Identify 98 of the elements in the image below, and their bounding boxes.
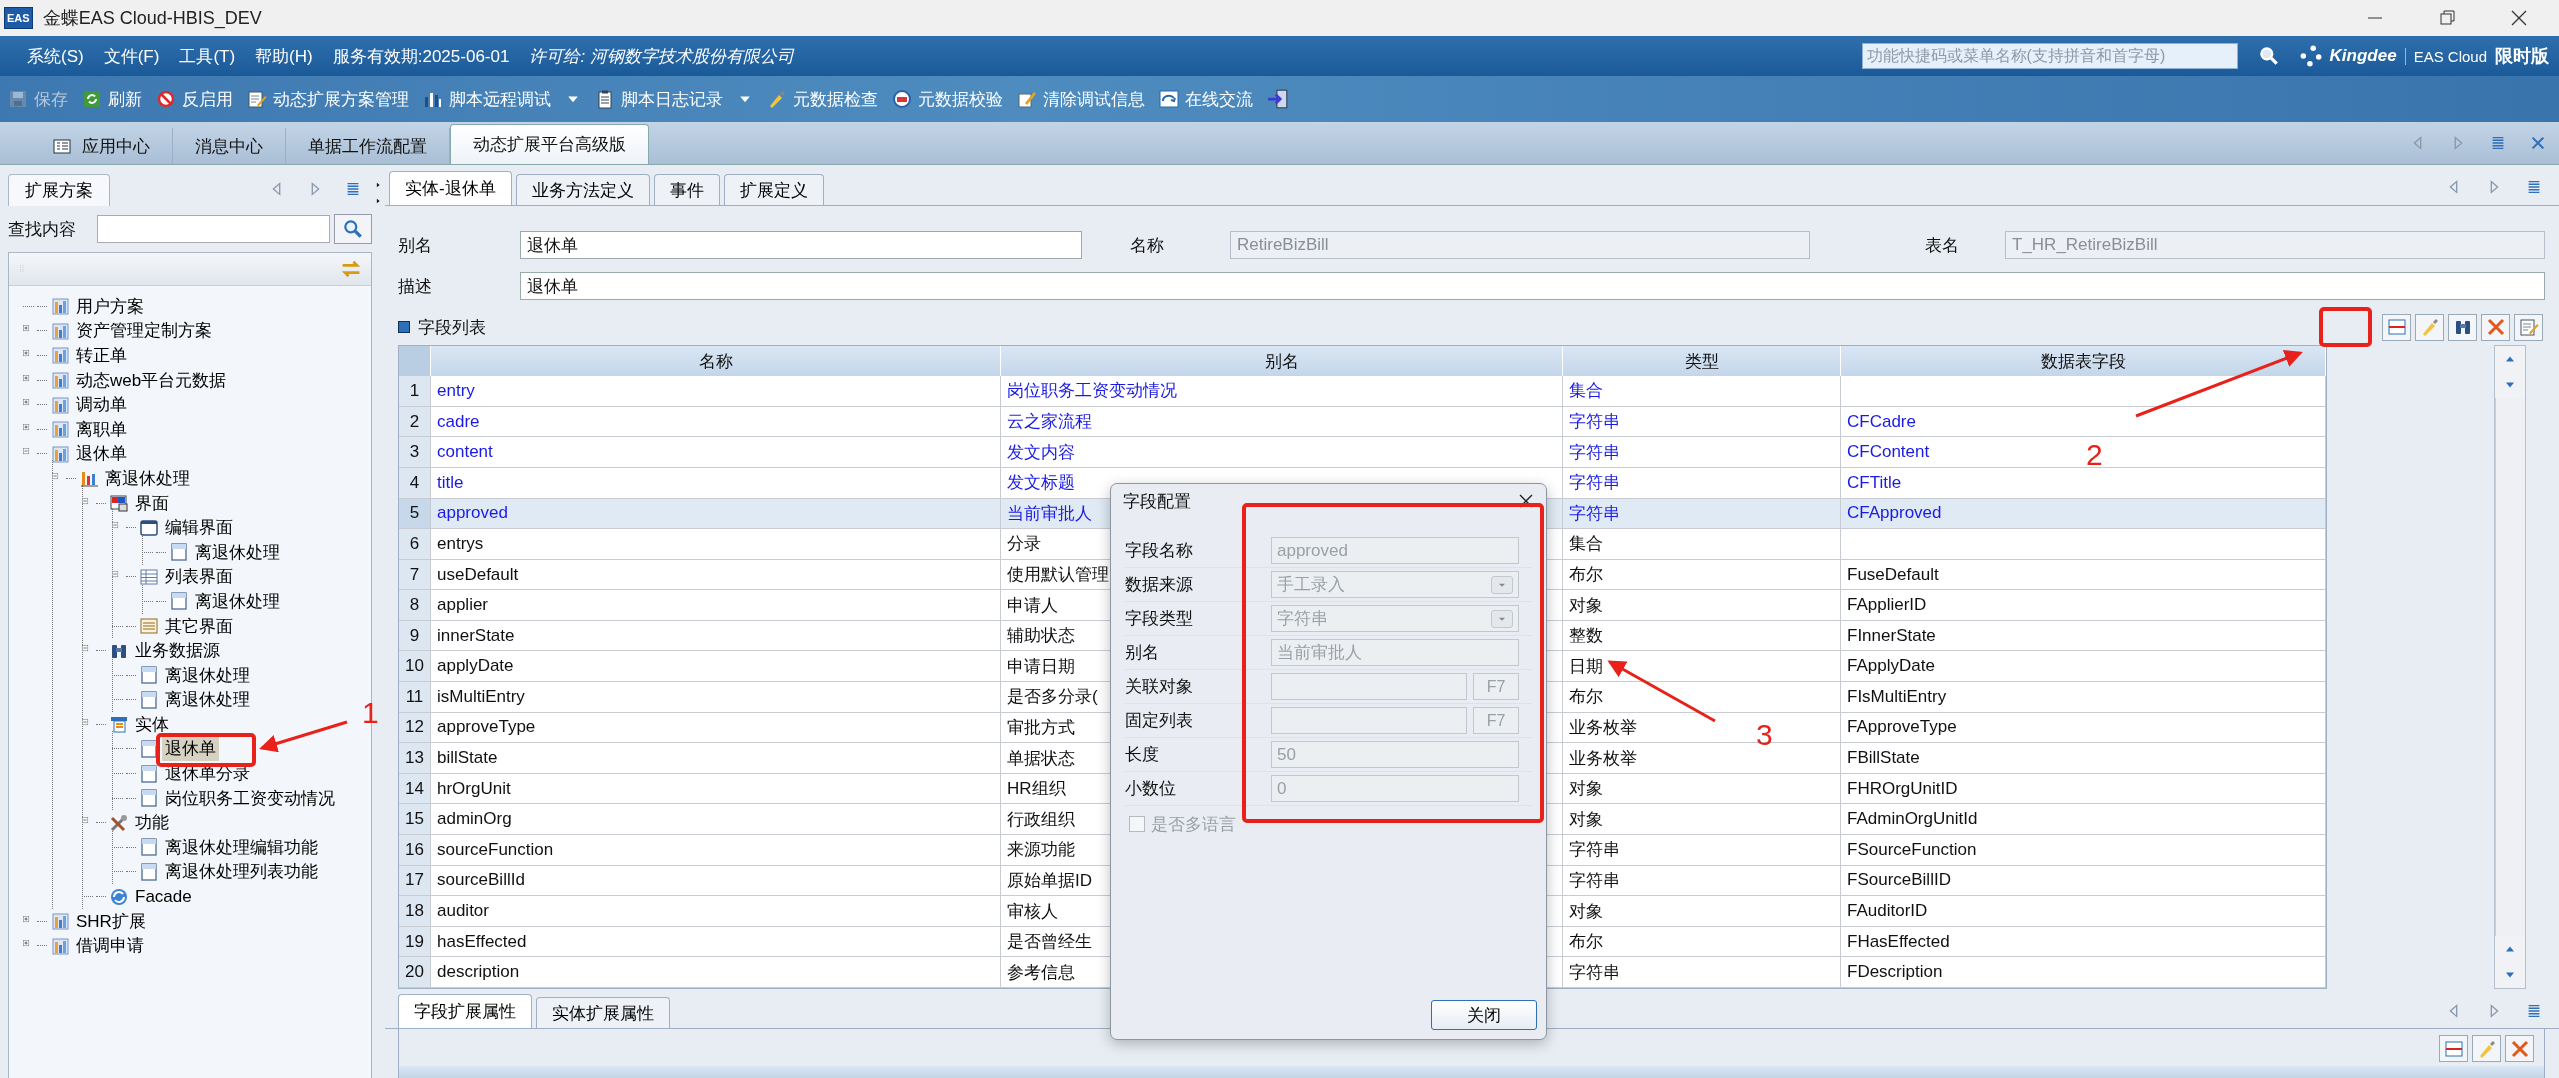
table-cell: auditor	[431, 896, 1001, 927]
table-cell: useDefault	[431, 559, 1001, 591]
table-cell: 岗位职务工资变动情况	[1001, 376, 1563, 407]
section-title: 字段列表	[418, 316, 486, 339]
table-cell: sourceFunction	[431, 835, 1001, 866]
table-cell: FSourceBillID	[1841, 865, 2326, 897]
table-cell: 布尔	[1563, 559, 1841, 591]
table-cell: applyDate	[431, 651, 1001, 683]
table-cell: 日期	[1563, 651, 1841, 683]
row-number: 18	[399, 896, 431, 927]
table-cell: 字符串	[1563, 835, 1841, 866]
table-cell: applier	[431, 590, 1001, 621]
field-label: 名称	[1130, 234, 1165, 257]
table-cell: cadre	[431, 406, 1001, 438]
table-cell: FBillState	[1841, 743, 2326, 774]
table-cell: description	[431, 957, 1001, 988]
table-cell: 整数	[1563, 620, 1841, 652]
annotation-number: 2	[2086, 440, 2103, 470]
table-cell: 云之家流程	[1001, 406, 1563, 438]
table-cell: FSourceFunction	[1841, 835, 2326, 866]
table-cell: FHasEffected	[1841, 926, 2326, 958]
table-cell: 对象	[1563, 773, 1841, 805]
table-cell: 发文内容	[1001, 437, 1563, 468]
table-cell: 字符串	[1563, 437, 1841, 468]
table-cell: innerState	[431, 620, 1001, 652]
table-cell: FHROrgUnitID	[1841, 773, 2326, 805]
edition-label: 限时版	[2495, 45, 2549, 68]
table-cell: title	[431, 467, 1001, 499]
row-number: 19	[399, 926, 431, 958]
brand-name: Kingdee	[2329, 46, 2397, 66]
service-date: 服务有效期:2025-06-01	[332, 45, 510, 68]
checkbox-label: 是否多语言	[1151, 813, 1236, 836]
table-cell: 字符串	[1563, 406, 1841, 438]
field-label: 长度	[1125, 744, 1160, 766]
table-cell: FuseDefault	[1841, 559, 2326, 591]
table-cell: CFApproved	[1841, 498, 2326, 530]
row-number: 10	[399, 651, 431, 683]
table-cell: approveType	[431, 712, 1001, 744]
table-cell: sourceBillId	[431, 865, 1001, 897]
table-cell: 集合	[1563, 376, 1841, 407]
table-cell: 字符串	[1563, 467, 1841, 499]
table-cell: FInnerState	[1841, 620, 2326, 652]
window-title: 金蝶EAS Cloud-HBIS_DEV	[42, 7, 262, 30]
row-number: 9	[399, 620, 431, 652]
field-label: 表名	[1925, 234, 1960, 257]
table-cell: 对象	[1563, 896, 1841, 927]
row-number: 3	[399, 437, 431, 468]
table-cell: FApproveType	[1841, 712, 2326, 744]
field-label: 描述	[398, 275, 433, 298]
table-cell: CFCadre	[1841, 406, 2326, 438]
table-cell: adminOrg	[431, 804, 1001, 836]
row-number: 4	[399, 467, 431, 499]
table-cell: CFTitle	[1841, 467, 2326, 499]
row-number: 14	[399, 773, 431, 805]
row-number: 13	[399, 743, 431, 774]
table-cell: FAuditorID	[1841, 896, 2326, 927]
field-label: 固定列表	[1125, 710, 1194, 732]
field-label: 字段名称	[1125, 540, 1194, 562]
table-cell: 字符串	[1563, 498, 1841, 530]
table-cell: FApplierID	[1841, 590, 2326, 621]
row-number: 7	[399, 559, 431, 591]
field-label: 小数位	[1125, 778, 1177, 800]
table-cell: FIsMultiEntry	[1841, 682, 2326, 713]
table-cell: entry	[431, 376, 1001, 407]
row-number: 16	[399, 835, 431, 866]
row-number: 15	[399, 804, 431, 836]
table-cell: hrOrgUnit	[431, 773, 1001, 805]
row-number: 1	[399, 376, 431, 407]
annotation-number: 1	[362, 698, 379, 728]
license-text: 许可给: 河钢数字技术股份有限公司	[529, 45, 794, 68]
row-number: 17	[399, 865, 431, 897]
row-number: 12	[399, 712, 431, 744]
table-cell: 布尔	[1563, 682, 1841, 713]
table-cell: isMultiEntry	[431, 682, 1001, 713]
table-cell: hasEffected	[431, 926, 1001, 958]
row-number: 5	[399, 498, 431, 530]
table-cell: FDescription	[1841, 957, 2326, 988]
table-cell: 字符串	[1563, 865, 1841, 897]
product-name: EAS Cloud	[2404, 47, 2487, 65]
row-number: 2	[399, 406, 431, 438]
table-cell: FAdminOrgUnitId	[1841, 804, 2326, 836]
app-logo: EAS	[4, 7, 33, 29]
table-cell: 布尔	[1563, 926, 1841, 958]
table-cell: content	[431, 437, 1001, 468]
table-cell: 对象	[1563, 804, 1841, 836]
search-label: 查找内容	[8, 218, 77, 241]
table-cell: 集合	[1563, 529, 1841, 560]
row-number: 6	[399, 529, 431, 560]
table-cell: FApplyDate	[1841, 651, 2326, 683]
row-number: 20	[399, 957, 431, 988]
field-label: 别名	[398, 234, 433, 257]
row-number: 11	[399, 682, 431, 713]
table-cell: approved	[431, 498, 1001, 530]
table-cell: 字符串	[1563, 957, 1841, 988]
table-cell: entrys	[431, 529, 1001, 560]
row-number: 8	[399, 590, 431, 621]
table-cell: billState	[431, 743, 1001, 774]
table-cell: 对象	[1563, 590, 1841, 621]
